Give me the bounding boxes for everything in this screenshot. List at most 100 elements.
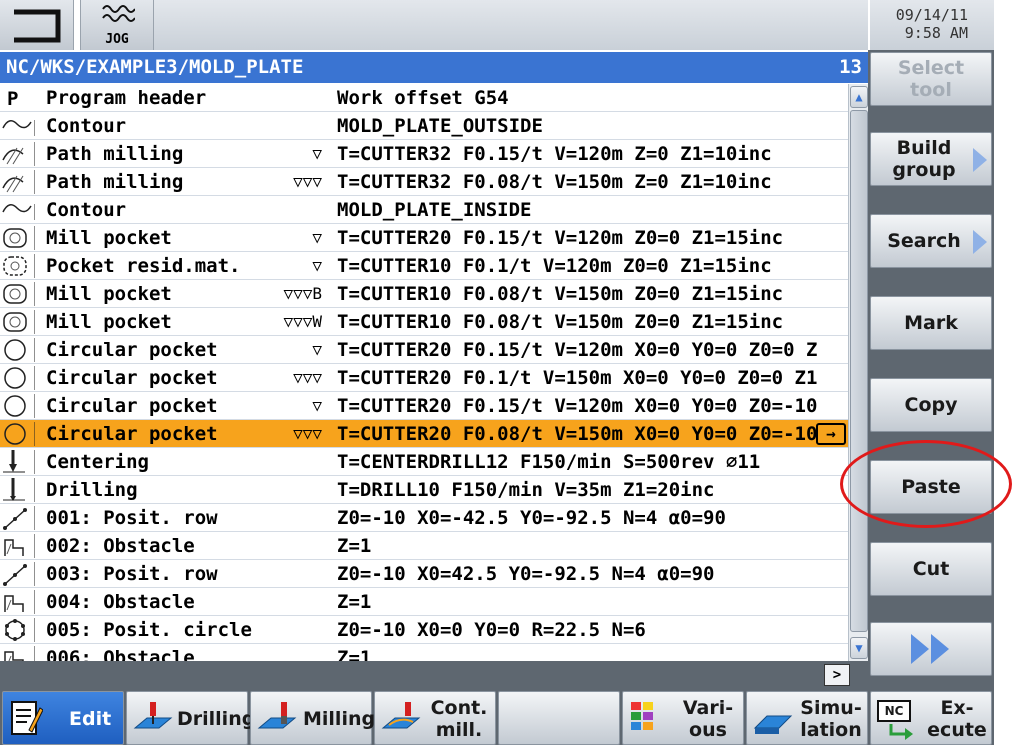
program-block-row[interactable]: Path milling ▽▽▽ T=CUTTER32 F0.08/t V=150m… (0, 168, 848, 196)
execute-label: Ex- ecute (927, 697, 987, 741)
block-name: Circular pocket (46, 423, 218, 445)
block-name: Path milling (46, 171, 184, 193)
top-bar: JOG 09/14/11 9:58 AM (0, 0, 1024, 50)
drilling-softkey[interactable]: Drilling (126, 691, 255, 745)
block-count: 13 (839, 56, 862, 78)
program-block-row[interactable]: 004: Obstacle Z=1 (0, 588, 848, 616)
select-tool-softkey[interactable]: Select tool (870, 52, 992, 106)
back-button[interactable] (0, 0, 74, 50)
execute-arrow-icon (889, 724, 913, 740)
milling-softkey[interactable]: Milling (250, 691, 376, 745)
block-name: Pocket resid.mat. (46, 255, 241, 277)
edit-notepad-icon (11, 701, 43, 735)
scroll-right-button[interactable]: > (824, 664, 850, 686)
program-block-row[interactable]: 003: Posit. row Z0=-10 X0=42.5 Y0=-92.5 N… (0, 560, 848, 588)
mill-pocket-icon (1, 282, 36, 306)
build-group-softkey[interactable]: Build group (870, 132, 992, 186)
build-group-label: Build group (892, 137, 956, 181)
block-name: Centering (46, 451, 149, 473)
status-area (154, 0, 868, 50)
search-softkey[interactable]: Search (870, 214, 992, 268)
block-parameters: Z0=-10 X0=0 Y0=0 R=22.5 N=6 (337, 619, 646, 641)
program-header-icon: P (1, 86, 35, 110)
horizontal-bar: > (0, 661, 868, 689)
highlight-circle (840, 440, 1012, 528)
program-block-row[interactable]: 001: Posit. row Z0=-10 X0=-42.5 Y0=-92.5 … (0, 504, 848, 532)
milling-label: Milling (303, 708, 376, 730)
block-parameters: T=DRILL10 F150/min V=35m Z1=20inc (337, 479, 715, 501)
program-block-row[interactable]: Centering T=CENTERDRILL12 F150/min S=500r… (0, 448, 848, 476)
program-block-row[interactable]: Mill pocket ▽▽▽W T=CUTTER10 F0.08/t V=150m… (0, 308, 848, 336)
block-parameters: MOLD_PLATE_INSIDE (337, 199, 532, 221)
block-parameters: T=CUTTER20 F0.08/t V=150m X0=0 Y0=0 Z0=-… (337, 423, 817, 445)
obstacle-icon (1, 590, 36, 614)
program-block-row[interactable]: Contour MOLD_PLATE_OUTSIDE (0, 112, 848, 140)
program-block-row[interactable]: Circular pocket ▽ T=CUTTER20 F0.15/t V=120… (0, 336, 848, 364)
position-row-icon (1, 506, 36, 530)
program-block-row[interactable]: Circular pocket ▽ T=CUTTER20 F0.15/t V=120… (0, 392, 848, 420)
circular-pocket-icon (1, 366, 36, 390)
position-circle-icon (1, 618, 36, 642)
contour-milling-softkey[interactable]: Cont. mill. (374, 691, 496, 745)
circular-pocket-icon (1, 394, 36, 418)
block-name: Circular pocket (46, 367, 218, 389)
select-tool-label: Select tool (897, 57, 965, 101)
block-parameters: T=CUTTER32 F0.15/t V=120m Z=0 Z1=10inc (337, 143, 772, 165)
block-machining-marker: ▽▽▽ (293, 172, 322, 191)
block-machining-marker: ▽▽▽B (283, 284, 322, 303)
block-name: 002: Obstacle (46, 535, 195, 557)
program-block-row[interactable]: 005: Posit. circle Z0=-10 X0=0 Y0=0 R=22.… (0, 616, 848, 644)
vertical-scrollbar[interactable]: ▲ ▼ (848, 84, 868, 661)
copy-softkey[interactable]: Copy (870, 378, 992, 432)
expand-arrow-icon[interactable]: → (816, 423, 846, 445)
circular-pocket-icon (1, 338, 36, 362)
obstacle-icon (1, 646, 36, 661)
forward-softkey[interactable] (870, 622, 992, 676)
path-milling-icon (1, 170, 36, 194)
block-machining-marker: ▽▽▽W (283, 312, 322, 331)
program-block-row[interactable]: P Program header Work offset G54 (0, 84, 848, 112)
program-block-row[interactable]: Pocket resid.mat. ▽ T=CUTTER10 F0.1/t V=12… (0, 252, 848, 280)
submenu-arrow-icon (973, 230, 987, 254)
block-parameters: T=CUTTER20 F0.15/t V=120m X0=0 Y0=0 Z0=0… (337, 339, 817, 361)
cut-label: Cut (912, 558, 950, 580)
scroll-down-icon[interactable]: ▼ (850, 637, 868, 659)
scroll-up-icon[interactable]: ▲ (850, 86, 868, 108)
block-name: Circular pocket (46, 395, 218, 417)
nc-badge-icon: NC (877, 700, 911, 722)
empty-softkey[interactable] (498, 691, 620, 745)
various-softkey[interactable]: Vari- ous (622, 691, 744, 745)
milling-icon (257, 702, 297, 729)
program-block-row[interactable]: Path milling ▽ T=CUTTER32 F0.15/t V=120m Z… (0, 140, 848, 168)
simulation-label: Simu- lation (800, 697, 862, 741)
program-block-row[interactable]: Drilling T=DRILL10 F150/min V=35m Z1=20in… (0, 476, 848, 504)
mark-softkey[interactable]: Mark (870, 296, 992, 350)
program-block-row[interactable]: 002: Obstacle Z=1 (0, 532, 848, 560)
edit-softkey[interactable]: Edit (2, 691, 124, 745)
search-label: Search (887, 230, 961, 252)
program-block-row[interactable]: Circular pocket ▽▽▽ T=CUTTER20 F0.1/t V=15… (0, 364, 848, 392)
block-name: 003: Posit. row (46, 563, 218, 585)
simulation-softkey[interactable]: Simu- lation (746, 691, 868, 745)
circular-pocket-icon (1, 422, 36, 446)
block-parameters: T=CUTTER10 F0.08/t V=150m Z0=0 Z1=15inc (337, 311, 784, 333)
block-name: Path milling (46, 143, 184, 165)
cut-softkey[interactable]: Cut (870, 542, 992, 596)
jog-mode-indicator[interactable]: JOG (80, 0, 154, 50)
scroll-thumb[interactable] (850, 110, 868, 632)
program-block-row[interactable]: 006: Obstacle Z=1 (0, 644, 848, 661)
path-milling-icon (1, 142, 36, 166)
program-block-row[interactable]: Mill pocket ▽ T=CUTTER20 F0.15/t V=120m Z0… (0, 224, 848, 252)
drilling-label: Drilling (177, 708, 256, 730)
program-block-row[interactable]: Contour MOLD_PLATE_INSIDE (0, 196, 848, 224)
execute-softkey[interactable]: NC Ex- ecute (870, 691, 992, 745)
contour-icon (1, 198, 41, 222)
program-block-row[interactable]: Circular pocket ▽▽▽ T=CUTTER20 F0.08/t V=1… (0, 420, 848, 448)
jog-wave-icon (102, 5, 135, 22)
block-parameters: Z=1 (337, 535, 372, 557)
block-parameters: T=CENTERDRILL12 F150/min S=500rev ⌀11 (337, 451, 761, 473)
program-block-row[interactable]: Mill pocket ▽▽▽B T=CUTTER10 F0.08/t V=150m… (0, 280, 848, 308)
time-text: 9:58 AM (904, 24, 968, 42)
block-parameters: T=CUTTER20 F0.15/t V=120m Z0=0 Z1=15inc (337, 227, 784, 249)
block-machining-marker: ▽ (312, 228, 322, 247)
